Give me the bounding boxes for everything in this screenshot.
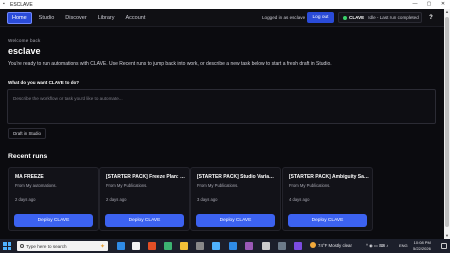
run-title: [STARTER PACK] Studio Variabl... — [197, 174, 277, 180]
draft-in-studio-button[interactable]: Draft in Studio — [8, 128, 46, 139]
help-button[interactable]: ? — [427, 14, 435, 22]
weather-text: 74°F Mostly clear — [318, 242, 352, 248]
scroll-up-icon[interactable]: ▲ — [444, 9, 450, 15]
taskbar-app-icon[interactable] — [212, 242, 220, 250]
run-age: 2 days ago — [15, 197, 36, 202]
logout-button[interactable]: Log out — [307, 12, 334, 23]
taskbar-app-icon[interactable] — [294, 242, 302, 250]
status-text: Idle - Last run completed — [368, 15, 419, 20]
sparkle-icon: ✦ — [99, 243, 105, 250]
os-taskbar: Type here to search ✦ 74°F Mostly clear … — [0, 239, 450, 253]
weather-icon — [310, 242, 316, 248]
login-status-text: Logged in as esclave — [262, 15, 306, 20]
status-agent-name: CLAVE — [349, 15, 365, 20]
recent-run-card[interactable]: [STARTER PACK] Ambiguity Saf... From My … — [282, 167, 373, 231]
deploy-clave-button[interactable]: Deploy CLAVE — [105, 214, 184, 227]
clock-time: 10:08 PM — [413, 240, 431, 245]
page-description: You're ready to run automations with CLA… — [8, 61, 332, 67]
page-scrollbar[interactable]: ▲ ▼ — [444, 9, 450, 239]
recent-run-card[interactable]: MA FREEZE From My automations. 2 days ag… — [8, 167, 99, 231]
window-title: ESCLAVE — [10, 1, 33, 8]
taskbar-app-icon[interactable] — [245, 242, 253, 250]
clave-status-badge: CLAVE Idle - Last run completed — [338, 12, 422, 23]
run-source: From My automations. — [15, 183, 57, 188]
taskbar-app-icon[interactable] — [148, 242, 156, 250]
taskbar-search-placeholder: Type here to search — [26, 243, 67, 249]
run-title: [STARTER PACK] Freeze Plan: S... — [106, 174, 186, 180]
run-age: 2 days ago — [106, 197, 127, 202]
clock-date: 5/22/2026 — [413, 245, 431, 251]
run-title: MA FREEZE — [15, 174, 44, 180]
scroll-thumb[interactable] — [445, 17, 449, 227]
run-source: From My Publications. — [106, 183, 148, 188]
taskbar-search[interactable]: Type here to search ✦ — [17, 241, 108, 251]
search-icon — [20, 244, 24, 248]
status-dot-icon — [343, 15, 347, 20]
run-age: 3 days ago — [197, 197, 218, 202]
taskbar-app-icon[interactable] — [196, 242, 204, 250]
app-header: Home Studio Discover Library Account Log… — [0, 9, 444, 27]
nav-home[interactable]: Home — [7, 12, 32, 24]
prompt-label: What do you want CLAVE to do? — [8, 80, 80, 85]
nav-library[interactable]: Library — [94, 12, 119, 24]
taskbar-app-icon[interactable] — [117, 242, 125, 250]
deploy-clave-button[interactable]: Deploy CLAVE — [196, 214, 275, 227]
run-source: From My Publications. — [197, 183, 239, 188]
taskbar-app-icon[interactable] — [278, 242, 286, 250]
window-titlebar: ▪ ESCLAVE — ▢ ✕ — [0, 0, 450, 9]
start-button[interactable] — [3, 242, 11, 250]
taskbar-app-icon[interactable] — [164, 242, 172, 250]
recent-runs-heading: Recent runs — [8, 153, 48, 160]
run-age: 4 days ago — [289, 197, 310, 202]
nav-studio[interactable]: Studio — [35, 12, 59, 24]
run-title: [STARTER PACK] Ambiguity Saf... — [289, 174, 369, 180]
deploy-clave-button[interactable]: Deploy CLAVE — [288, 214, 367, 227]
weather-widget[interactable]: 74°F Mostly clear — [310, 242, 352, 248]
taskbar-app-icon[interactable] — [262, 242, 270, 250]
taskbar-clock[interactable]: 10:08 PM 5/22/2026 — [413, 240, 431, 251]
taskbar-app-icon[interactable] — [132, 242, 140, 250]
notification-icon[interactable] — [441, 243, 447, 249]
system-tray-icons[interactable]: ^ ◉ ▭ ⌨ ♪ — [366, 243, 388, 248]
run-source: From My Publications. — [289, 183, 331, 188]
nav-account[interactable]: Account — [122, 12, 150, 24]
recent-run-card[interactable]: [STARTER PACK] Studio Variabl... From My… — [190, 167, 281, 231]
maximize-icon[interactable]: ▢ — [422, 0, 436, 9]
page-title: esclave — [8, 46, 41, 56]
recent-run-card[interactable]: [STARTER PACK] Freeze Plan: S... From My… — [99, 167, 190, 231]
taskbar-app-icon[interactable] — [229, 242, 237, 250]
language-indicator[interactable]: ENG — [399, 243, 408, 248]
app-icon: ▪ — [3, 1, 5, 7]
close-icon[interactable]: ✕ — [436, 0, 450, 9]
taskbar-app-icon[interactable] — [180, 242, 188, 250]
task-description-input[interactable] — [7, 89, 436, 124]
minimize-icon[interactable]: — — [408, 0, 422, 9]
welcome-label: Welcome back — [8, 38, 41, 43]
deploy-clave-button[interactable]: Deploy CLAVE — [14, 214, 93, 227]
main-nav: Home Studio Discover Library Account — [7, 12, 149, 24]
nav-discover[interactable]: Discover — [61, 12, 90, 24]
